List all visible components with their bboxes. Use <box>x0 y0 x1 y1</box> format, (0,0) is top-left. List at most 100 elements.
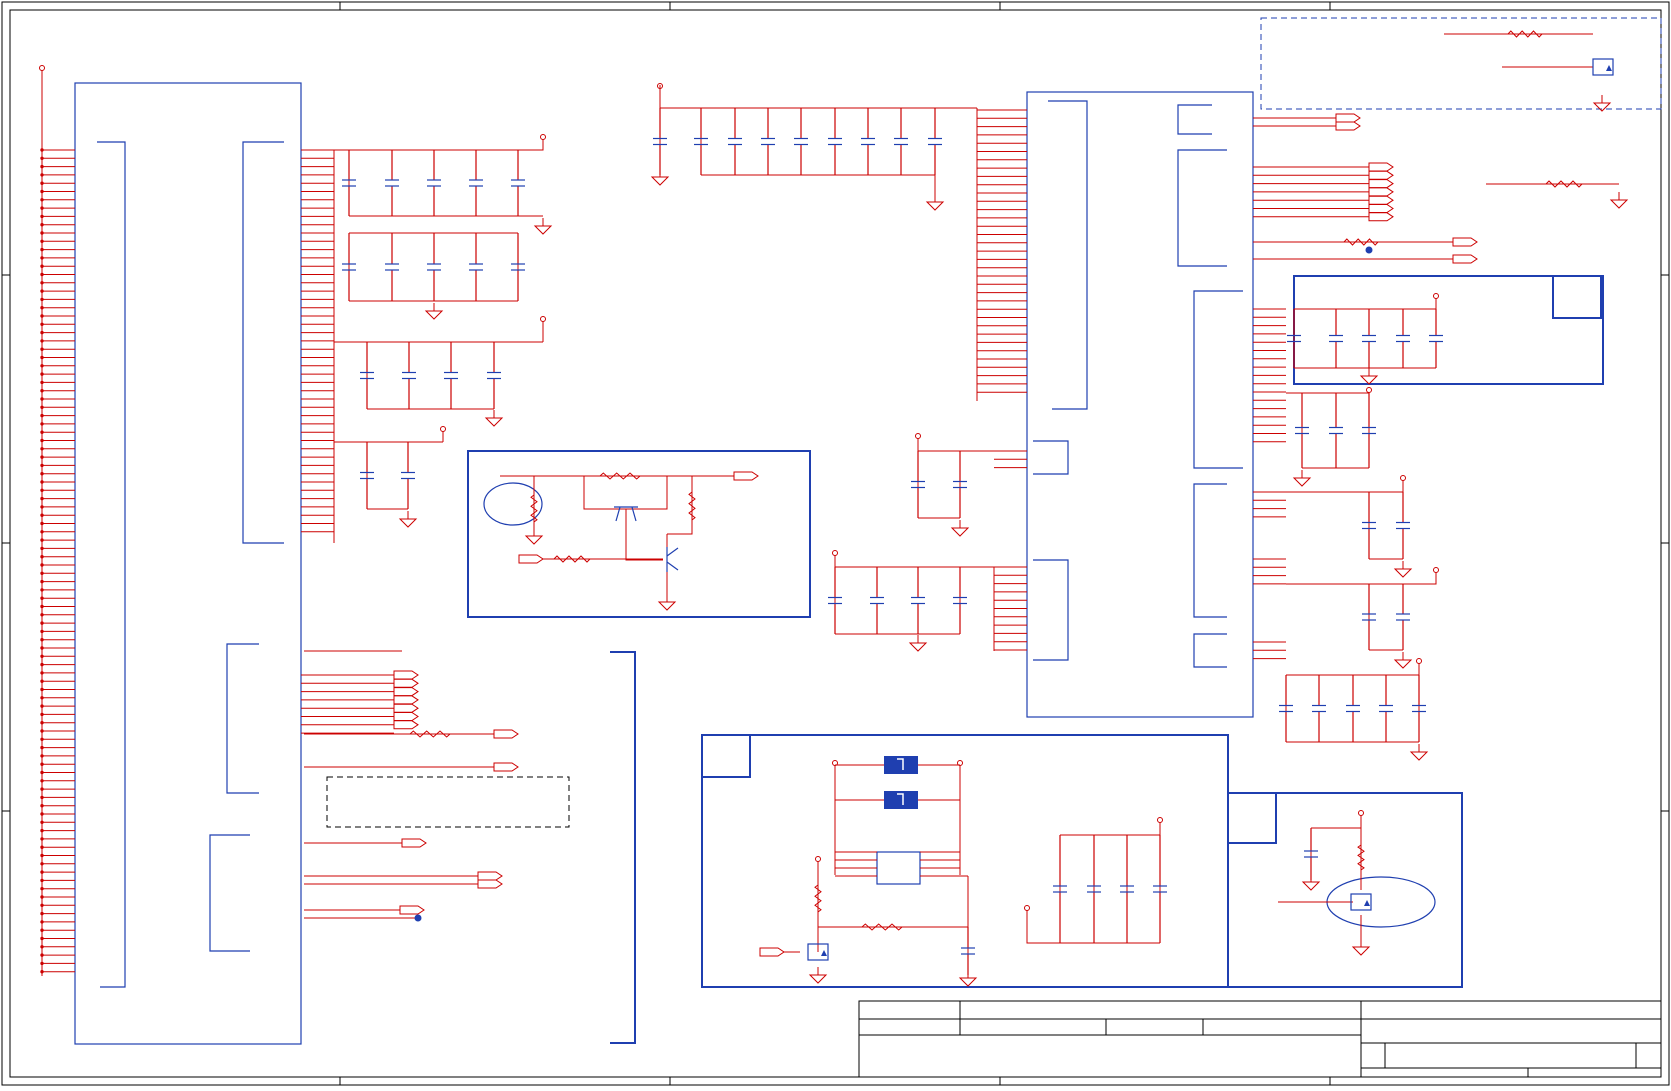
pin-dot <box>40 173 44 177</box>
power-rail-icon <box>1024 905 1030 911</box>
pin-dot <box>40 264 44 268</box>
pin-dot <box>40 770 44 775</box>
off-page-connector-icon <box>493 762 519 772</box>
off-page-connector-icon <box>1368 212 1394 222</box>
ground-icon <box>950 527 970 537</box>
power-rail-icon <box>1366 387 1372 393</box>
pin-dot <box>40 795 44 800</box>
pin-dot <box>40 164 44 169</box>
ic-main-pin-group-d <box>1177 149 1227 267</box>
pin-dot <box>40 447 44 451</box>
off-page-connector-icon <box>759 947 785 957</box>
pin-dot <box>40 297 44 302</box>
off-page-connector-icon <box>1335 113 1361 123</box>
ground-icon <box>1359 375 1379 385</box>
pin-dot <box>40 646 44 650</box>
pin-dot <box>40 322 44 326</box>
ic-main-pin-group-e <box>1193 290 1243 469</box>
pin-dot <box>40 430 44 434</box>
pin-dot <box>40 903 44 907</box>
connector-bracket-left <box>97 141 126 988</box>
pin-dot <box>40 654 44 658</box>
resistor-icon <box>1507 30 1543 38</box>
pin-dot <box>40 397 44 401</box>
pin-dot <box>40 845 44 849</box>
pin-dot <box>40 530 44 534</box>
pin-dot <box>40 355 44 360</box>
pin-dot <box>40 496 44 501</box>
pin-dot <box>40 911 44 916</box>
pin-dot <box>40 629 44 634</box>
pin-dot <box>40 422 44 426</box>
region-switch-circuit <box>1227 792 1463 988</box>
pin-dot <box>40 878 44 883</box>
pin-dot <box>40 953 44 957</box>
pin-dot <box>40 687 44 692</box>
ic-main-pin-group-b <box>1033 559 1069 661</box>
power-rail-icon <box>1358 810 1364 816</box>
pin-dot <box>40 521 44 526</box>
power-rail-icon <box>915 433 921 439</box>
ground-icon <box>808 974 828 984</box>
schematic-sheet <box>0 0 1671 1087</box>
pin-dot <box>40 870 44 874</box>
pin-dot <box>40 563 44 567</box>
pin-dot <box>40 239 44 244</box>
ground-icon <box>533 225 553 235</box>
pin-dot <box>40 306 44 310</box>
pin-dot <box>40 712 44 717</box>
pin-dot <box>40 895 44 899</box>
connector-bracket-io <box>226 643 259 794</box>
pin-dot <box>40 181 44 185</box>
pin-dot <box>40 721 44 725</box>
off-page-connector-icon <box>1335 121 1361 131</box>
ground-icon <box>524 535 544 545</box>
ground-icon <box>1592 102 1612 112</box>
pin-dot <box>40 455 44 459</box>
pin-dot <box>40 671 44 675</box>
bus-bracket <box>610 651 636 1044</box>
pin-dot <box>40 488 44 492</box>
off-page-connector-icon <box>493 729 519 739</box>
pin-dot <box>40 347 44 351</box>
off-page-connector-icon <box>401 838 427 848</box>
pin-dot <box>40 330 44 335</box>
power-rail-icon <box>540 134 546 140</box>
off-page-connector-icon <box>1368 179 1394 189</box>
resistors <box>409 30 1583 931</box>
pin-dot <box>40 513 44 517</box>
pin-dot <box>40 272 44 277</box>
region-power-supply <box>701 734 1229 988</box>
power-rail-icon <box>832 550 838 556</box>
pin-dot <box>40 945 44 949</box>
pin-dot <box>40 289 44 293</box>
ground-icon <box>925 201 945 211</box>
off-page-connector-icon <box>1452 237 1478 247</box>
dashed-regions <box>326 17 1662 828</box>
pin-dot <box>40 314 44 318</box>
resistor-icon <box>814 884 822 913</box>
connector-block-left <box>74 82 302 1045</box>
pin-dot <box>40 779 44 783</box>
mosfet-diode <box>1606 65 1612 71</box>
pin-dot <box>40 538 44 542</box>
resistor-icon <box>1357 844 1365 871</box>
ground-icon <box>1292 477 1312 487</box>
dashed-region-note <box>326 776 570 828</box>
regulator-ic <box>876 851 921 885</box>
power-rail-icon <box>815 856 821 862</box>
ic-main-pin-group-g <box>1193 633 1227 668</box>
ground-icon <box>650 176 670 186</box>
pin-dot <box>40 745 44 750</box>
ic-main-pin-group-f <box>1193 483 1227 618</box>
off-page-connector-icon <box>1368 162 1394 172</box>
pin-dot <box>40 372 44 376</box>
grounds <box>398 95 1629 987</box>
pin-dot <box>40 571 44 575</box>
off-page-connector-icon <box>518 554 544 564</box>
resistor-icon <box>688 491 696 521</box>
pin-dot <box>40 339 44 343</box>
transistor-lead <box>666 561 679 571</box>
off-page-connector-icon <box>1368 195 1394 205</box>
pin-dot <box>40 231 44 235</box>
